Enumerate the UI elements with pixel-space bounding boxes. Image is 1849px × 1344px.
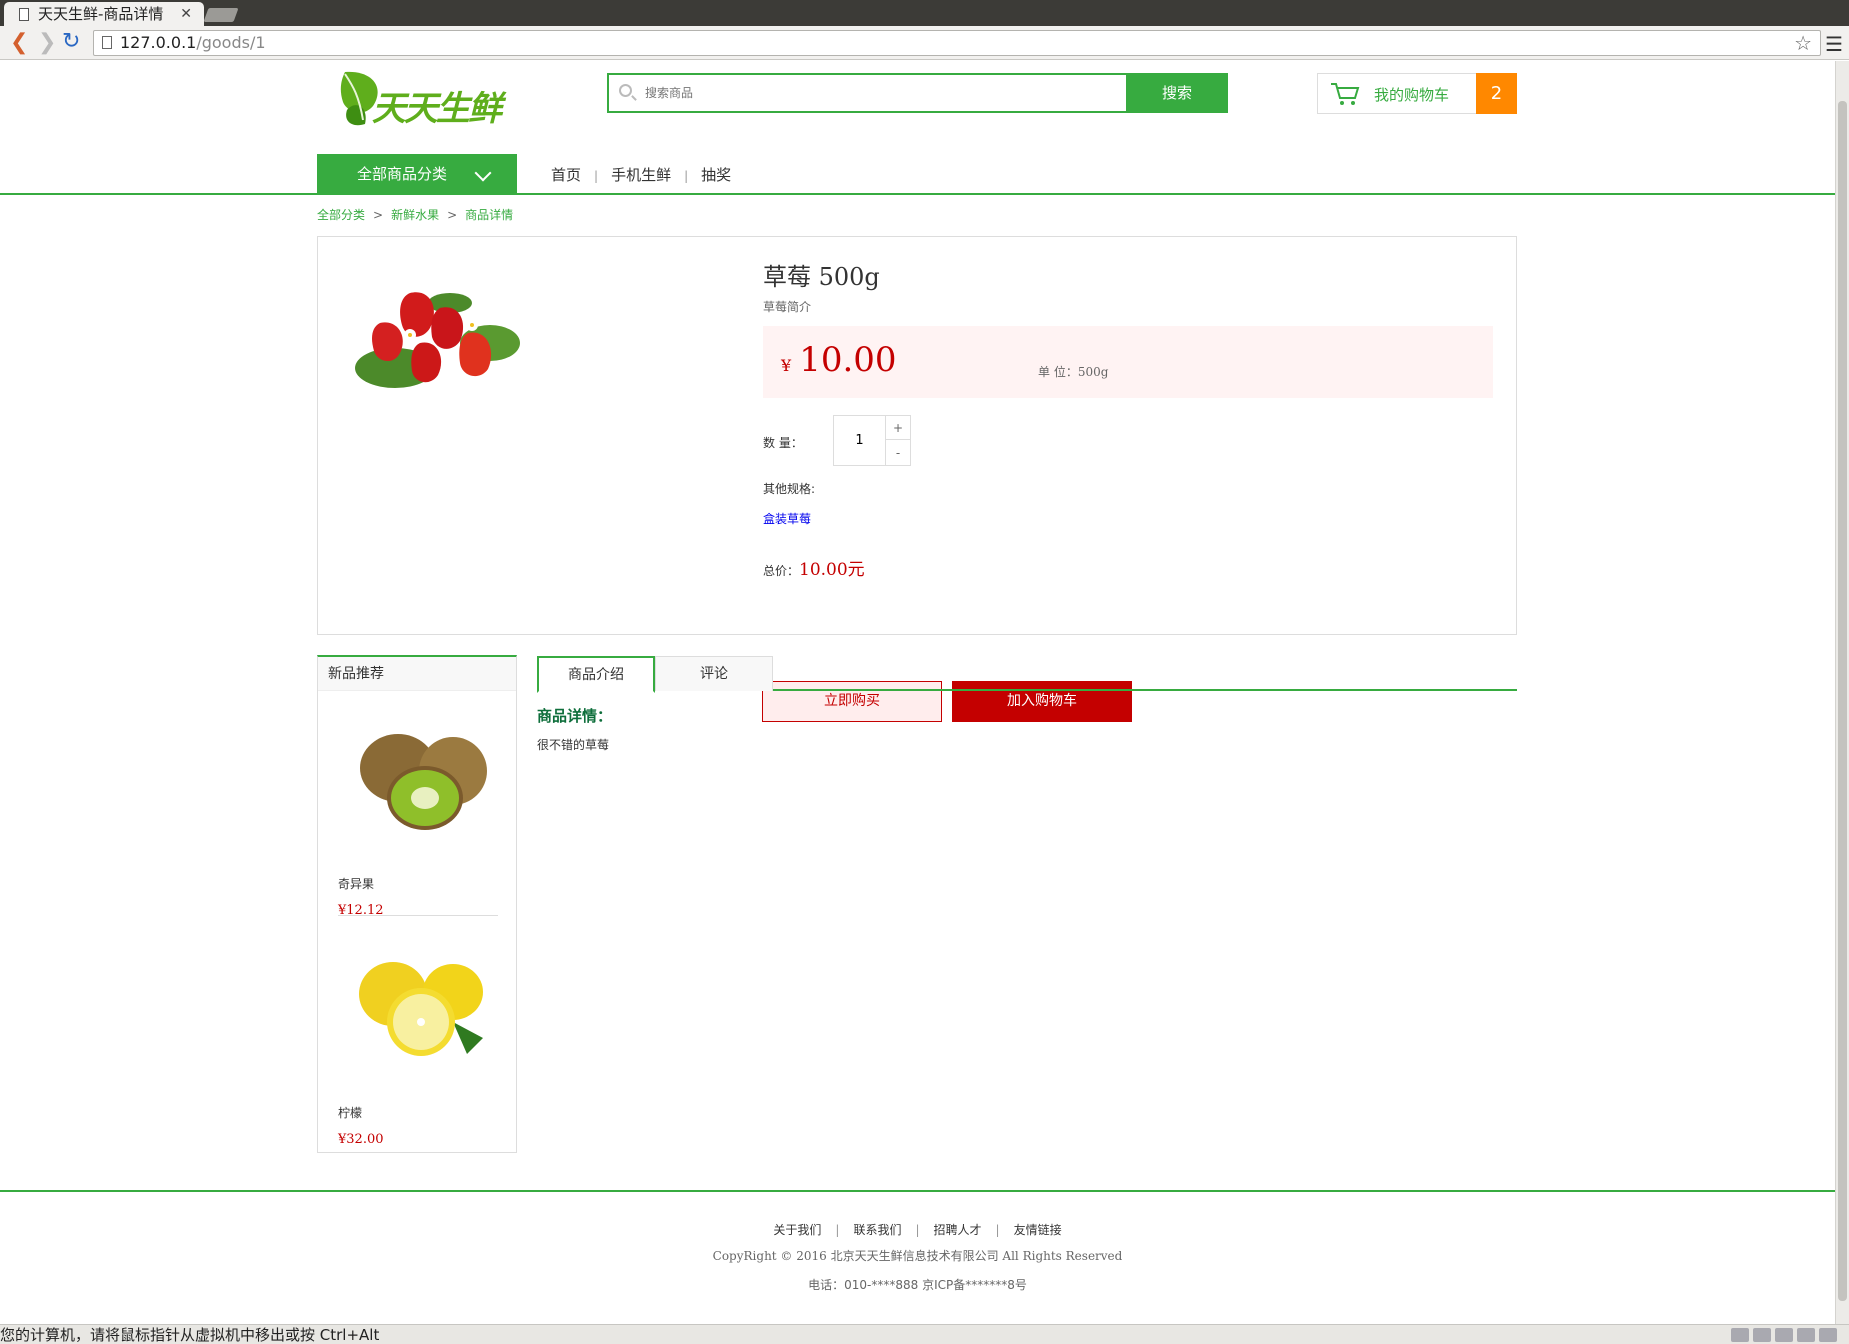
- vm-status-text: 您的计算机，请将鼠标指针从虚拟机中移出或按 Ctrl+Alt: [0, 1326, 380, 1344]
- product-unit: 单 位：500g: [1038, 365, 1109, 379]
- vm-status-bar: 您的计算机，请将鼠标指针从虚拟机中移出或按 Ctrl+Alt: [0, 1324, 1849, 1344]
- tab-introduction[interactable]: 商品介绍: [537, 656, 655, 693]
- cart-label: 我的购物车: [1374, 86, 1450, 104]
- breadcrumb: 全部分类 > 新鲜水果 > 商品详情: [317, 206, 513, 223]
- rec-divider: [338, 915, 498, 916]
- copyright: CopyRight © 2016 北京天天生鲜信息技术有限公司 All Righ…: [712, 1249, 1123, 1263]
- network-icon[interactable]: [1797, 1328, 1815, 1342]
- browser-tabstrip: 天天生鲜-商品详情 ✕: [0, 0, 1849, 28]
- all-categories-label: 全部商品分类: [357, 165, 448, 183]
- detail-text: 很不错的草莓: [537, 738, 610, 752]
- cd-icon[interactable]: [1753, 1328, 1771, 1342]
- close-tab-icon[interactable]: ✕: [180, 2, 192, 26]
- breadcrumb-all[interactable]: 全部分类: [317, 208, 365, 222]
- bookmark-star-icon[interactable]: ☆: [1794, 31, 1812, 55]
- scrollbar-thumb[interactable]: [1838, 101, 1847, 1301]
- footer-separator: |: [995, 1223, 1000, 1237]
- rec-item-price: ¥32.00: [338, 1132, 384, 1147]
- web-page: 天天生鲜 搜索 我的购物车 2 全部商品分类 首页 | 手机生鲜 | 抽奖 全部分类 > 新…: [0, 61, 1835, 1324]
- footer-about[interactable]: 关于我们: [773, 1223, 821, 1237]
- url-host: 127.0.0.1: [120, 33, 197, 52]
- search-icon: [619, 84, 632, 97]
- new-recommend-title: 新品推荐: [318, 657, 516, 691]
- rec-item-name[interactable]: 柠檬: [338, 1104, 498, 1121]
- footer-separator: |: [835, 1223, 840, 1237]
- nav-separator: |: [594, 169, 599, 183]
- page-scrollbar[interactable]: [1835, 61, 1849, 1324]
- browser-menu-icon[interactable]: ☰: [1825, 32, 1843, 56]
- total-label: 总价：: [763, 564, 800, 578]
- chevron-down-icon: [474, 164, 492, 182]
- spec-link-boxed-strawberry[interactable]: 盒装草莓: [763, 510, 811, 527]
- strawberry-image: [355, 292, 520, 388]
- currency-symbol: ¥: [781, 356, 792, 375]
- new-tab-button[interactable]: [203, 8, 239, 22]
- total-value: 10.00元: [799, 560, 865, 580]
- search-bar: 搜索: [607, 73, 1228, 113]
- footer-contact[interactable]: 联系我们: [853, 1223, 901, 1237]
- product-detail-panel: 草莓 500g 草莓简介 ¥10.00 单 位：500g 数 量： + - 其他…: [317, 236, 1517, 635]
- tab-comments[interactable]: 评论: [655, 656, 773, 691]
- browser-tab[interactable]: 天天生鲜-商品详情 ✕: [4, 2, 204, 28]
- reload-icon[interactable]: ↻: [62, 29, 80, 54]
- nav-home[interactable]: 首页: [551, 166, 581, 184]
- shopping-cart-icon: [1331, 83, 1360, 105]
- detail-tabs: 商品介绍 评论: [537, 656, 1517, 693]
- lemon-image: [359, 962, 483, 1056]
- price-value: 10.00: [799, 340, 897, 380]
- product-title: 草莓 500g: [763, 263, 880, 291]
- screen: 天天生鲜-商品详情 ✕ ❮ ❯ ↻ 127.0.0.1/goods/1 ☆ ☰ …: [0, 0, 1849, 1344]
- footer-friend-links[interactable]: 友情链接: [1014, 1223, 1062, 1237]
- browser-toolbar: ❮ ❯ ↻ 127.0.0.1/goods/1 ☆ ☰: [0, 26, 1849, 60]
- main-nav: 首页 | 手机生鲜 | 抽奖: [551, 164, 731, 185]
- quantity-input[interactable]: [834, 416, 886, 465]
- footer-separator: |: [915, 1223, 920, 1237]
- forward-arrow-icon[interactable]: ❯: [38, 30, 56, 55]
- nav-divider: [0, 193, 1835, 195]
- footer-jobs[interactable]: 招聘人才: [934, 1223, 982, 1237]
- all-categories-menu[interactable]: 全部商品分类: [317, 154, 517, 194]
- document-icon: [19, 8, 29, 21]
- product-brief: 草莓简介: [763, 300, 812, 314]
- address-bar[interactable]: 127.0.0.1/goods/1 ☆: [93, 30, 1821, 56]
- list-item[interactable]: 柠檬 ¥32.00: [338, 942, 498, 1147]
- logo-text: 天天生鲜: [372, 89, 502, 129]
- quantity-label: 数 量：: [763, 436, 803, 450]
- footer-divider: [0, 1190, 1835, 1192]
- quantity-stepper: + -: [833, 415, 911, 466]
- total-price: 总价：10.00元: [763, 555, 865, 580]
- url-path: /goods/1: [196, 33, 266, 52]
- rec-item-name[interactable]: 奇异果: [338, 875, 498, 892]
- search-button[interactable]: 搜索: [1126, 73, 1228, 113]
- quantity-minus-button[interactable]: -: [886, 441, 910, 465]
- breadcrumb-detail[interactable]: 商品详情: [465, 208, 513, 222]
- vm-tray: [1727, 1327, 1837, 1344]
- nav-lottery[interactable]: 抽奖: [701, 166, 731, 184]
- back-arrow-icon[interactable]: ❮: [10, 30, 28, 55]
- display-icon[interactable]: [1819, 1328, 1837, 1342]
- usb-icon[interactable]: [1775, 1328, 1793, 1342]
- hdd-icon[interactable]: [1731, 1328, 1749, 1342]
- product-price: ¥10.00: [781, 340, 897, 380]
- search-input[interactable]: [609, 75, 1126, 111]
- cart-count-badge[interactable]: 2: [1476, 73, 1517, 114]
- kiwi-image: [360, 734, 487, 830]
- list-item[interactable]: 奇异果 ¥12.12: [338, 713, 498, 918]
- footer-phone: 电话：010-****888 京ICP备*******8号: [808, 1278, 1027, 1292]
- tab-title: 天天生鲜-商品详情: [38, 5, 164, 23]
- breadcrumb-fruit[interactable]: 新鲜水果: [391, 208, 439, 222]
- other-spec-label: 其他规格:: [763, 482, 816, 496]
- quantity-plus-button[interactable]: +: [886, 416, 910, 440]
- detail-title: 商品详情：: [537, 707, 613, 725]
- nav-separator: |: [684, 169, 689, 183]
- breadcrumb-separator: >: [447, 208, 458, 222]
- footer-links: 关于我们 | 联系我们 | 招聘人才 | 友情链接: [0, 1221, 1835, 1238]
- page-icon: [102, 36, 112, 49]
- breadcrumb-separator: >: [373, 208, 384, 222]
- new-recommend-panel: 新品推荐 奇异果 ¥12.12 柠檬 ¥32.00: [317, 655, 517, 1153]
- nav-mobile-fresh[interactable]: 手机生鲜: [611, 166, 671, 184]
- price-box: ¥10.00 单 位：500g: [763, 326, 1493, 398]
